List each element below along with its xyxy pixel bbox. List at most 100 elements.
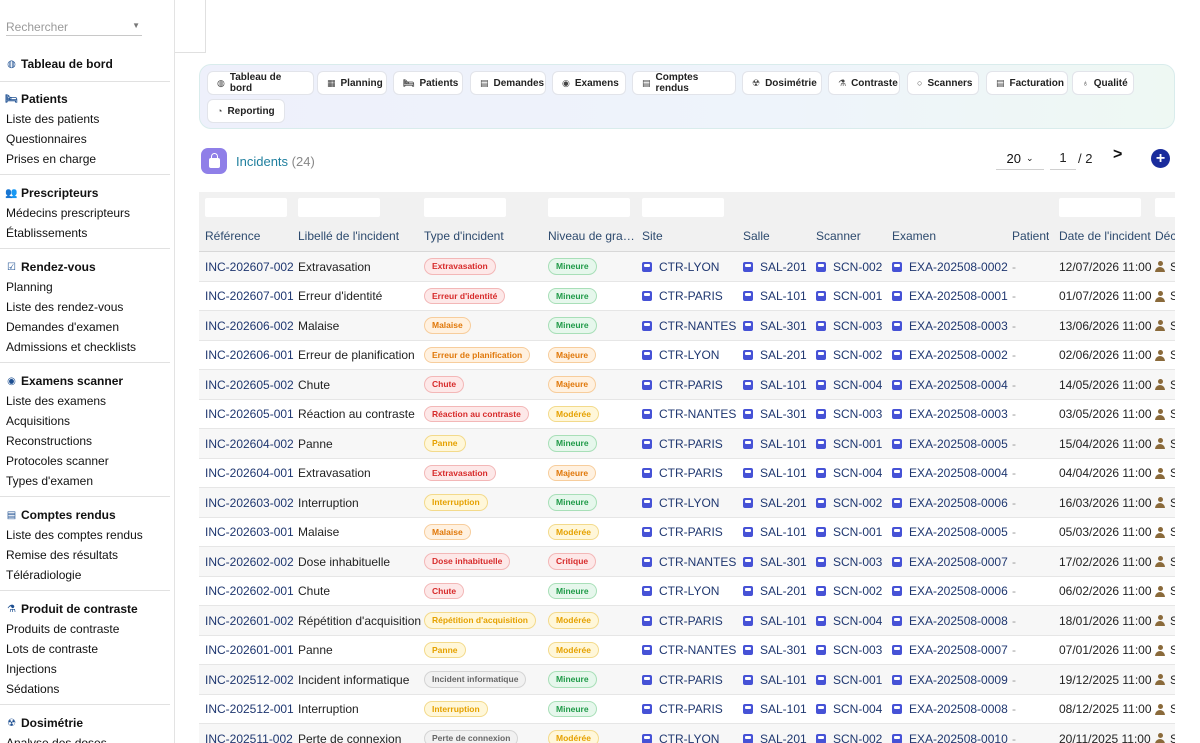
ref-cell[interactable]: INC-202606-001: [205, 341, 294, 370]
ref-cell[interactable]: INC-202601-001: [205, 636, 294, 665]
examen-link[interactable]: EXA-202508-0004: [909, 466, 1008, 480]
salle-link[interactable]: SAL-101: [760, 673, 807, 687]
examen-link[interactable]: EXA-202508-0004: [909, 378, 1008, 392]
ref-cell[interactable]: INC-202605-002: [205, 370, 294, 399]
scanner-link[interactable]: SCN-003: [833, 319, 882, 333]
sidebar-item[interactable]: Injections: [0, 659, 170, 679]
sidebar-section-header[interactable]: ☢ Dosimétrie: [0, 713, 170, 733]
table-row[interactable]: INC-202605-002 Chute Chute Majeure CTR-PARIS…: [199, 370, 1175, 400]
table-row[interactable]: INC-202602-001 Chute Chute Mineure CTR-LYON S…: [199, 577, 1175, 606]
column-filter-input[interactable]: [1059, 198, 1141, 217]
site-link[interactable]: CTR-LYON: [659, 732, 719, 743]
scanner-link[interactable]: SCN-002: [833, 584, 882, 598]
table-row[interactable]: INC-202607-002 Extravasation Extravasation…: [199, 252, 1175, 282]
column-filter-input[interactable]: [205, 198, 287, 217]
column-filter-input[interactable]: [298, 198, 380, 217]
sidebar-section-header[interactable]: ◉ Examens scanner: [0, 371, 170, 391]
scanner-link[interactable]: SCN-001: [833, 289, 882, 303]
module-dosimetrie-button[interactable]: ☢ Dosimétrie: [742, 71, 822, 95]
ref-cell[interactable]: INC-202606-002: [205, 311, 294, 340]
salle-link[interactable]: SAL-101: [760, 466, 807, 480]
scanner-link[interactable]: SCN-003: [833, 555, 882, 569]
scanner-link[interactable]: SCN-002: [833, 496, 882, 510]
table-row[interactable]: INC-202603-001 Malaise Malaise Modérée CTR-P…: [199, 518, 1175, 547]
salle-link[interactable]: SAL-201: [760, 348, 807, 362]
site-link[interactable]: CTR-NANTES: [659, 407, 736, 421]
sidebar-section-header[interactable]: ☑ Rendez-vous: [0, 257, 170, 277]
column-header[interactable]: Scanner: [816, 229, 861, 243]
page-size-select[interactable]: 20 ⌄: [996, 148, 1044, 170]
examen-link[interactable]: EXA-202508-0007: [909, 555, 1008, 569]
ref-cell[interactable]: INC-202604-002: [205, 429, 294, 458]
next-page-icon[interactable]: >: [1113, 146, 1122, 164]
ref-cell[interactable]: INC-202607-002: [205, 252, 294, 281]
sidebar-item[interactable]: Acquisitions: [0, 411, 170, 431]
sidebar-item[interactable]: Liste des patients: [0, 109, 170, 129]
examen-link[interactable]: EXA-202508-0005: [909, 437, 1008, 451]
ref-cell[interactable]: INC-202603-001: [205, 518, 294, 547]
sidebar-item[interactable]: Analyse des doses: [0, 733, 170, 743]
table-row[interactable]: INC-202601-002 Répétition d'acquisition Ré…: [199, 606, 1175, 636]
sidebar-item[interactable]: Lots de contraste: [0, 639, 170, 659]
salle-link[interactable]: SAL-101: [760, 525, 807, 539]
scanner-link[interactable]: SCN-002: [833, 348, 882, 362]
salle-link[interactable]: SAL-101: [760, 378, 807, 392]
site-link[interactable]: CTR-PARIS: [659, 702, 723, 716]
ref-cell[interactable]: INC-202603-002: [205, 488, 294, 517]
salle-link[interactable]: SAL-301: [760, 555, 807, 569]
examen-link[interactable]: EXA-202508-0006: [909, 584, 1008, 598]
salle-link[interactable]: SAL-201: [760, 260, 807, 274]
examen-link[interactable]: EXA-202508-0009: [909, 673, 1008, 687]
module-comptes-rendus-button[interactable]: ▤ Comptes rendus: [632, 71, 736, 95]
salle-link[interactable]: SAL-101: [760, 289, 807, 303]
module-contraste-button[interactable]: ⚗ Contraste: [828, 71, 900, 95]
column-filter-input[interactable]: [642, 198, 724, 217]
scanner-link[interactable]: SCN-001: [833, 437, 882, 451]
examen-link[interactable]: EXA-202508-0008: [909, 702, 1008, 716]
sidebar-item[interactable]: Sédations: [0, 679, 170, 699]
chevron-down-icon[interactable]: ▼: [132, 21, 140, 30]
examen-link[interactable]: EXA-202508-0006: [909, 496, 1008, 510]
table-row[interactable]: INC-202512-001 Interruption Interruption Mi…: [199, 695, 1175, 724]
site-link[interactable]: CTR-PARIS: [659, 525, 723, 539]
sidebar-item[interactable]: Protocoles scanner: [0, 451, 170, 471]
site-link[interactable]: CTR-PARIS: [659, 466, 723, 480]
module-tableau-de-bord-button[interactable]: ◍ Tableau de bord: [207, 71, 314, 95]
examen-link[interactable]: EXA-202508-0005: [909, 525, 1008, 539]
module-reporting-button[interactable]: ◔ Reporting: [207, 99, 285, 123]
scanner-link[interactable]: SCN-002: [833, 732, 882, 743]
site-link[interactable]: CTR-NANTES: [659, 319, 736, 333]
column-header[interactable]: Patient: [1012, 229, 1049, 243]
salle-link[interactable]: SAL-101: [760, 614, 807, 628]
examen-link[interactable]: EXA-202508-0008: [909, 614, 1008, 628]
sidebar-section-header[interactable]: 👥 Prescripteurs: [0, 183, 170, 203]
examen-link[interactable]: EXA-202508-0002: [909, 348, 1008, 362]
column-filter-input[interactable]: [1155, 198, 1175, 217]
column-header[interactable]: Type d'incident: [424, 229, 504, 243]
scanner-link[interactable]: SCN-004: [833, 378, 882, 392]
scanner-link[interactable]: SCN-002: [833, 260, 882, 274]
module-demandes-button[interactable]: ▤ Demandes: [470, 71, 546, 95]
scanner-link[interactable]: SCN-004: [833, 466, 882, 480]
sidebar-item[interactable]: Admissions et checklists: [0, 337, 170, 357]
add-incident-button[interactable]: +: [1151, 149, 1170, 168]
column-header[interactable]: Libellé de l'incident: [298, 229, 399, 243]
module-scanners-button[interactable]: ○ Scanners: [907, 71, 979, 95]
sidebar-section-header[interactable]: 🛏 Patients: [0, 89, 170, 109]
column-header[interactable]: Salle: [743, 229, 770, 243]
sidebar-item[interactable]: Reconstructions: [0, 431, 170, 451]
module-qualite-button[interactable]: ♁ Qualité: [1072, 71, 1134, 95]
examen-link[interactable]: EXA-202508-0003: [909, 319, 1008, 333]
ref-cell[interactable]: INC-202512-002: [205, 665, 294, 694]
ref-cell[interactable]: INC-202602-002: [205, 547, 294, 576]
table-row[interactable]: INC-202604-002 Panne Panne Mineure CTR-PARIS…: [199, 429, 1175, 459]
module-planning-button[interactable]: ▦ Planning: [317, 71, 387, 95]
sidebar-item[interactable]: Téléradiologie: [0, 565, 170, 585]
scanner-link[interactable]: SCN-004: [833, 614, 882, 628]
sidebar-section-header[interactable]: ▤ Comptes rendus: [0, 505, 170, 525]
sidebar-dashboard[interactable]: ◍ Tableau de bord: [0, 54, 170, 74]
scanner-link[interactable]: SCN-001: [833, 673, 882, 687]
table-row[interactable]: INC-202607-001 Erreur d'identité Erreur d'…: [199, 282, 1175, 311]
sidebar-item[interactable]: Questionnaires: [0, 129, 170, 149]
column-header[interactable]: Référence: [205, 229, 260, 243]
